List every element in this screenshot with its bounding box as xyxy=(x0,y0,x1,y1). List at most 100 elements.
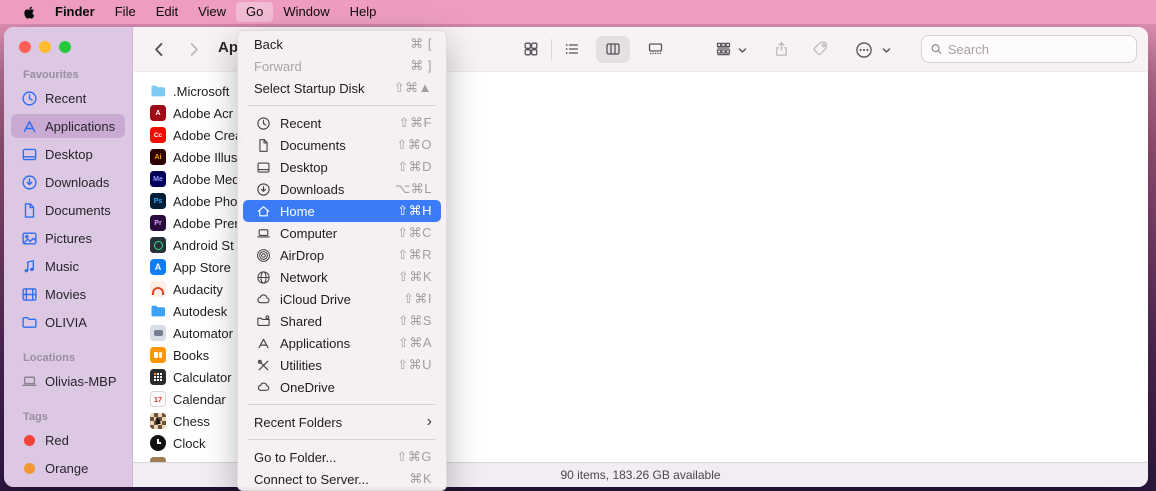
menu-item-shared[interactable]: Shared ⇧⌘S xyxy=(238,310,446,332)
menu-item-shortcut: ⇧⌘I xyxy=(402,291,432,306)
applications-icon xyxy=(23,120,36,132)
menu-item-recent[interactable]: Recent ⇧⌘F xyxy=(238,112,446,134)
sidebar-item-label: Desktop xyxy=(45,146,93,162)
folder-icon xyxy=(150,83,166,99)
search-input[interactable] xyxy=(947,41,1128,57)
sidebar-item-recent[interactable]: Recent xyxy=(11,86,125,110)
orange-tag-icon xyxy=(24,462,35,474)
menubar-item-view[interactable]: View xyxy=(188,2,236,22)
menu-item-back[interactable]: Back ⌘ [ xyxy=(238,33,446,55)
menubar: Finder File Edit View Go Window Help xyxy=(0,0,1156,24)
chevron-down-icon xyxy=(882,48,891,53)
calendar-icon: 17 xyxy=(150,391,166,407)
airdrop-icon xyxy=(254,248,272,263)
calculator-icon xyxy=(150,369,166,385)
sidebar-item-label: Movies xyxy=(45,286,87,302)
menubar-item-help[interactable]: Help xyxy=(340,2,387,22)
menu-item-applications[interactable]: Applications ⇧⌘A xyxy=(238,332,446,354)
apple-menu[interactable] xyxy=(12,5,45,20)
file-name: Clock xyxy=(173,435,206,451)
menu-item-network[interactable]: Network ⇧⌘K xyxy=(238,266,446,288)
menu-item-recent-folders[interactable]: Recent Folders › xyxy=(238,411,446,433)
onedrive-cloud-icon xyxy=(254,380,272,395)
back-button[interactable] xyxy=(151,41,168,58)
menu-item-label: Downloads xyxy=(280,181,345,197)
share-button[interactable] xyxy=(773,41,790,58)
sidebar-item-applications[interactable]: Applications xyxy=(11,114,125,138)
menu-item-documents[interactable]: Documents ⇧⌘O xyxy=(238,134,446,156)
adobe-creative-cloud-folder-icon: Cc xyxy=(150,127,166,143)
sidebar-item-movies[interactable]: Movies xyxy=(11,282,125,306)
search-field[interactable] xyxy=(921,35,1137,63)
menu-item-home[interactable]: Home ⇧⌘H xyxy=(243,200,441,222)
document-icon xyxy=(24,202,35,218)
utilities-icon xyxy=(254,358,272,373)
menu-item-airdrop[interactable]: AirDrop ⇧⌘R xyxy=(238,244,446,266)
go-menu: Back ⌘ [ Forward ⌘ ] Select Startup Disk… xyxy=(237,30,447,491)
icon-view-button[interactable] xyxy=(523,41,539,57)
globe-icon xyxy=(254,270,272,285)
menu-item-downloads[interactable]: Downloads ⌥⌘L xyxy=(238,178,446,200)
menubar-item-edit[interactable]: Edit xyxy=(146,2,188,22)
group-button[interactable] xyxy=(715,41,732,57)
home-icon xyxy=(254,204,272,219)
menu-item-label: Go to Folder... xyxy=(254,449,337,465)
menu-item-shortcut: ⇧⌘G xyxy=(396,449,432,464)
menu-item-icloud-drive[interactable]: iCloud Drive ⇧⌘I xyxy=(238,288,446,310)
sidebar-item-olivias-mbp[interactable]: Olivias-MBP xyxy=(11,369,125,393)
tag-button[interactable] xyxy=(812,41,829,58)
menu-item-onedrive[interactable]: OneDrive xyxy=(238,376,446,398)
sidebar-item-tag-red[interactable]: Red xyxy=(11,428,125,452)
downloads-icon xyxy=(22,174,37,190)
menu-item-shortcut: ⇧⌘C xyxy=(397,225,432,240)
apple-logo-icon xyxy=(24,6,35,19)
column-view-icon xyxy=(606,43,620,55)
list-view-button[interactable] xyxy=(564,41,580,57)
menu-item-desktop[interactable]: Desktop ⇧⌘D xyxy=(238,156,446,178)
list-view-icon xyxy=(565,44,579,54)
menubar-item-go[interactable]: Go xyxy=(236,2,274,22)
close-button[interactable] xyxy=(19,41,31,53)
shared-folder-icon xyxy=(254,314,272,329)
file-name: Chess xyxy=(173,413,210,429)
more-button[interactable] xyxy=(855,41,873,59)
sidebar-item-pictures[interactable]: Pictures xyxy=(11,226,125,250)
sidebar-item-label: Downloads xyxy=(45,174,110,190)
group-by-icon xyxy=(716,42,731,56)
zoom-button[interactable] xyxy=(59,41,71,53)
gallery-view-button[interactable] xyxy=(647,41,664,57)
sidebar-section-tags: Tags xyxy=(23,411,48,423)
menubar-item-file[interactable]: File xyxy=(105,2,146,22)
more-chevron[interactable] xyxy=(881,45,892,56)
sidebar-item-music[interactable]: Music xyxy=(11,254,125,278)
menu-divider xyxy=(248,439,436,440)
grid-view-icon xyxy=(524,42,538,56)
column-view-button[interactable] xyxy=(605,41,621,57)
menu-item-connect-to-server[interactable]: Connect to Server... ⌘K xyxy=(238,468,446,490)
desktop-icon xyxy=(254,160,272,175)
file-name: Automator xyxy=(173,325,233,341)
menu-item-utilities[interactable]: Utilities ⇧⌘U xyxy=(238,354,446,376)
sidebar-item-downloads[interactable]: Downloads xyxy=(11,170,125,194)
menu-item-go-to-folder[interactable]: Go to Folder... ⇧⌘G xyxy=(238,446,446,468)
sidebar-item-tag-orange[interactable]: Orange xyxy=(11,456,125,480)
menu-item-shortcut: ⇧⌘R xyxy=(397,247,432,262)
menu-item-label: Computer xyxy=(280,225,338,241)
file-name: Android St xyxy=(173,237,234,253)
clock-icon xyxy=(254,116,272,131)
menu-item-shortcut: ⇧⌘F xyxy=(398,115,432,130)
file-name: Adobe Acr xyxy=(173,105,233,121)
menu-item-select-startup-disk[interactable]: Select Startup Disk ⇧⌘▲ xyxy=(238,77,446,99)
sidebar-item-desktop[interactable]: Desktop xyxy=(11,142,125,166)
menubar-item-finder[interactable]: Finder xyxy=(45,2,105,22)
menubar-item-window[interactable]: Window xyxy=(273,2,339,22)
group-chevron[interactable] xyxy=(737,45,748,56)
menu-item-computer[interactable]: Computer ⇧⌘C xyxy=(238,222,446,244)
forward-button[interactable] xyxy=(185,41,202,58)
tag-icon xyxy=(813,41,827,56)
minimize-button[interactable] xyxy=(39,41,51,53)
menu-item-shortcut: ⇧⌘U xyxy=(397,357,432,372)
sidebar-item-olivia[interactable]: OLIVIA xyxy=(11,310,125,334)
file-name: Adobe Illus xyxy=(173,149,238,165)
sidebar-item-documents[interactable]: Documents xyxy=(11,198,125,222)
